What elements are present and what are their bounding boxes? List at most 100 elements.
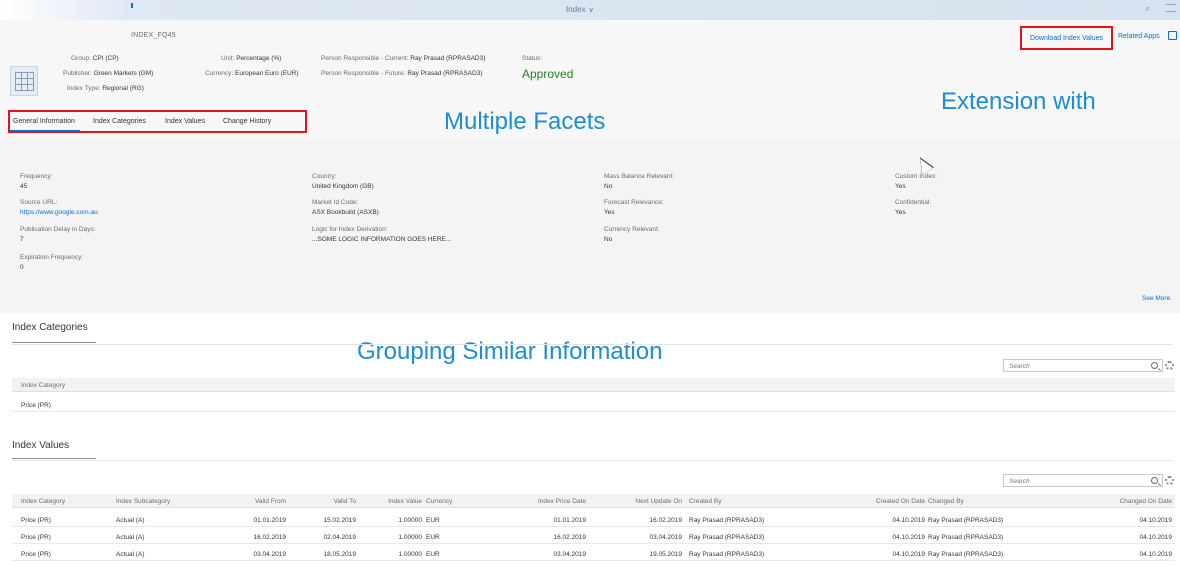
selected-tab-indicator [10, 130, 80, 132]
cell-index-value: 1.00000 [398, 517, 423, 524]
related-apps-button[interactable]: Related Apps [1118, 33, 1160, 40]
mass-balance-label: Mass Balance Relevant: [604, 173, 675, 180]
cell-index-value: 1.00000 [398, 534, 423, 541]
custom-index-label: Custom Index: [895, 173, 937, 180]
person-future-attribute: Person Responsible - Future: Ray Prasad … [321, 70, 483, 77]
logic-value: ...SOME LOGIC INFORMATION GOES HERE... [312, 236, 452, 243]
see-more-link[interactable]: See More [1142, 295, 1170, 302]
cell-created-by: Ray Prasad (RPRASAD3) [689, 534, 765, 541]
frequency-value: 45 [20, 183, 28, 190]
cell-valid-from: 03.04.2019 [253, 551, 286, 558]
gear-icon[interactable] [1165, 476, 1174, 485]
cell-valid-from: 01.01.2019 [253, 517, 286, 524]
table-row[interactable]: Price (PR) Actual (A) 16.02.2019 02.04.2… [12, 530, 1175, 544]
table-row[interactable]: Price (PR) Actual (A) 03.04.2019 18.05.2… [12, 547, 1175, 561]
country-value: United Kingdom (GB) [312, 183, 374, 190]
table-header: Index Category [12, 378, 1175, 392]
market-id-value: ASX Bookbuild (ASXB) [312, 209, 379, 216]
values-table: Index Category Index Subcategory Valid F… [12, 494, 1175, 566]
expiration-frequency-value: 0 [20, 264, 24, 271]
object-image-icon [10, 66, 38, 96]
chevron-down-icon: ∨ [588, 7, 594, 14]
cell-created-on: 04.10.2019 [892, 517, 925, 524]
column-header-created-by[interactable]: Created By [689, 498, 722, 505]
values-search-field[interactable] [1003, 474, 1163, 487]
country-label: Country: [312, 173, 337, 180]
index-categories-title: Index Categories [12, 322, 88, 333]
publisher-attribute: Publisher: Green Markets (GM) [63, 70, 154, 77]
cell-category: Price (PR) [21, 551, 51, 558]
cell-created-on: 04.10.2019 [892, 551, 925, 558]
source-url-link[interactable]: https://www.google.com.au [20, 209, 98, 216]
cell-price-date: 16.02.2019 [553, 534, 586, 541]
download-index-values-button[interactable]: Download Index Values [1020, 26, 1113, 50]
app-title-menu[interactable]: Index ∨ [566, 5, 594, 14]
search-icon[interactable] [1151, 477, 1158, 484]
general-information-section [0, 138, 1180, 313]
cell-index-value: 1.00000 [398, 551, 423, 558]
share-icon[interactable] [1168, 31, 1177, 40]
index-values-title: Index Values [12, 440, 70, 451]
section-line [12, 344, 1172, 345]
menu-icon[interactable] [1166, 4, 1176, 12]
section-divider [12, 458, 96, 459]
column-header-index-value[interactable]: Index Value [368, 498, 422, 505]
table-row[interactable]: Price (PR) [12, 398, 1175, 412]
cell-price-date: 03.04.2019 [553, 551, 586, 558]
cell-category: Price (PR) [21, 517, 51, 524]
search-icon[interactable] [1151, 362, 1158, 369]
cell-valid-to: 18.05.2019 [323, 551, 356, 558]
annotation-grouping: Grouping Similar Information [357, 338, 663, 365]
tab-general-information[interactable]: General Information [13, 118, 75, 125]
column-header-valid-to[interactable]: Valid To [302, 498, 356, 505]
column-header-currency[interactable]: Currency [426, 498, 452, 505]
gear-icon[interactable] [1165, 361, 1174, 370]
cell-changed-on: 04.10.2019 [1139, 551, 1172, 558]
categories-search-input[interactable] [1009, 362, 1129, 370]
column-header-changed-on[interactable]: Changed On Date [1092, 498, 1172, 505]
cell-changed-by: Ray Prasad (RPRASAD3) [928, 534, 1004, 541]
cell-changed-by: Ray Prasad (RPRASAD3) [928, 551, 1004, 558]
cell-changed-by: Ray Prasad (RPRASAD3) [928, 517, 1004, 524]
cell-price-date: 01.01.2019 [553, 517, 586, 524]
tab-index-values[interactable]: Index Values [165, 118, 205, 125]
cell-next-update: 19.05.2019 [649, 551, 682, 558]
currency-relevant-label: Currency Relevant: [604, 226, 660, 233]
publication-delay-label: Publication Delay in Days: [20, 226, 96, 233]
cell-currency: EUR [426, 551, 440, 558]
cell-subcategory: Actual (A) [116, 517, 145, 524]
categories-table: Index Category Price (PR) [12, 378, 1175, 414]
source-url-label: Source URL: [20, 199, 58, 206]
table-row[interactable]: Price (PR) Actual (A) 01.01.2019 15.02.2… [12, 513, 1175, 527]
download-label: Download Index Values [1029, 34, 1104, 42]
column-header-subcategory[interactable]: Index Subcategory [116, 498, 170, 505]
column-header-created-on[interactable]: Created On Date [847, 498, 925, 505]
categories-search-field[interactable] [1003, 359, 1163, 372]
column-header-category[interactable]: Index Category [21, 498, 65, 505]
currency-attribute: Currency: European Euro (EUR) [205, 70, 299, 77]
cell-currency: EUR [426, 534, 440, 541]
market-id-label: Market Id Code: [312, 199, 359, 206]
cell-created-by: Ray Prasad (RPRASAD3) [689, 551, 765, 558]
section-divider [12, 342, 96, 343]
back-indicator[interactable] [131, 3, 133, 8]
table-header: Index Category Index Subcategory Valid F… [12, 494, 1175, 508]
tab-index-categories[interactable]: Index Categories [93, 118, 146, 125]
cell-subcategory: Actual (A) [116, 551, 145, 558]
column-header-price-date[interactable]: Index Price Date [512, 498, 586, 505]
column-header-next-update[interactable]: Next Update On [612, 498, 682, 505]
unit-attribute: Unit: Percentage (%) [221, 55, 282, 62]
column-header-valid-from[interactable]: Valid From [232, 498, 286, 505]
cell-valid-to: 15.02.2019 [323, 517, 356, 524]
tab-change-history[interactable]: Change History [223, 118, 271, 125]
cell-valid-from: 16.02.2019 [253, 534, 286, 541]
column-header[interactable]: Index Category [21, 382, 65, 389]
column-header-changed-by[interactable]: Changed By [928, 498, 964, 505]
cell-index-category: Price (PR) [21, 402, 51, 409]
search-icon[interactable]: ⌕ [1145, 3, 1150, 14]
confidential-value: Yes [895, 209, 906, 216]
annotation-extension: Extension with [941, 88, 1096, 115]
cell-category: Price (PR) [21, 534, 51, 541]
values-search-input[interactable] [1009, 477, 1129, 485]
confidential-label: Confidential: [895, 199, 932, 206]
